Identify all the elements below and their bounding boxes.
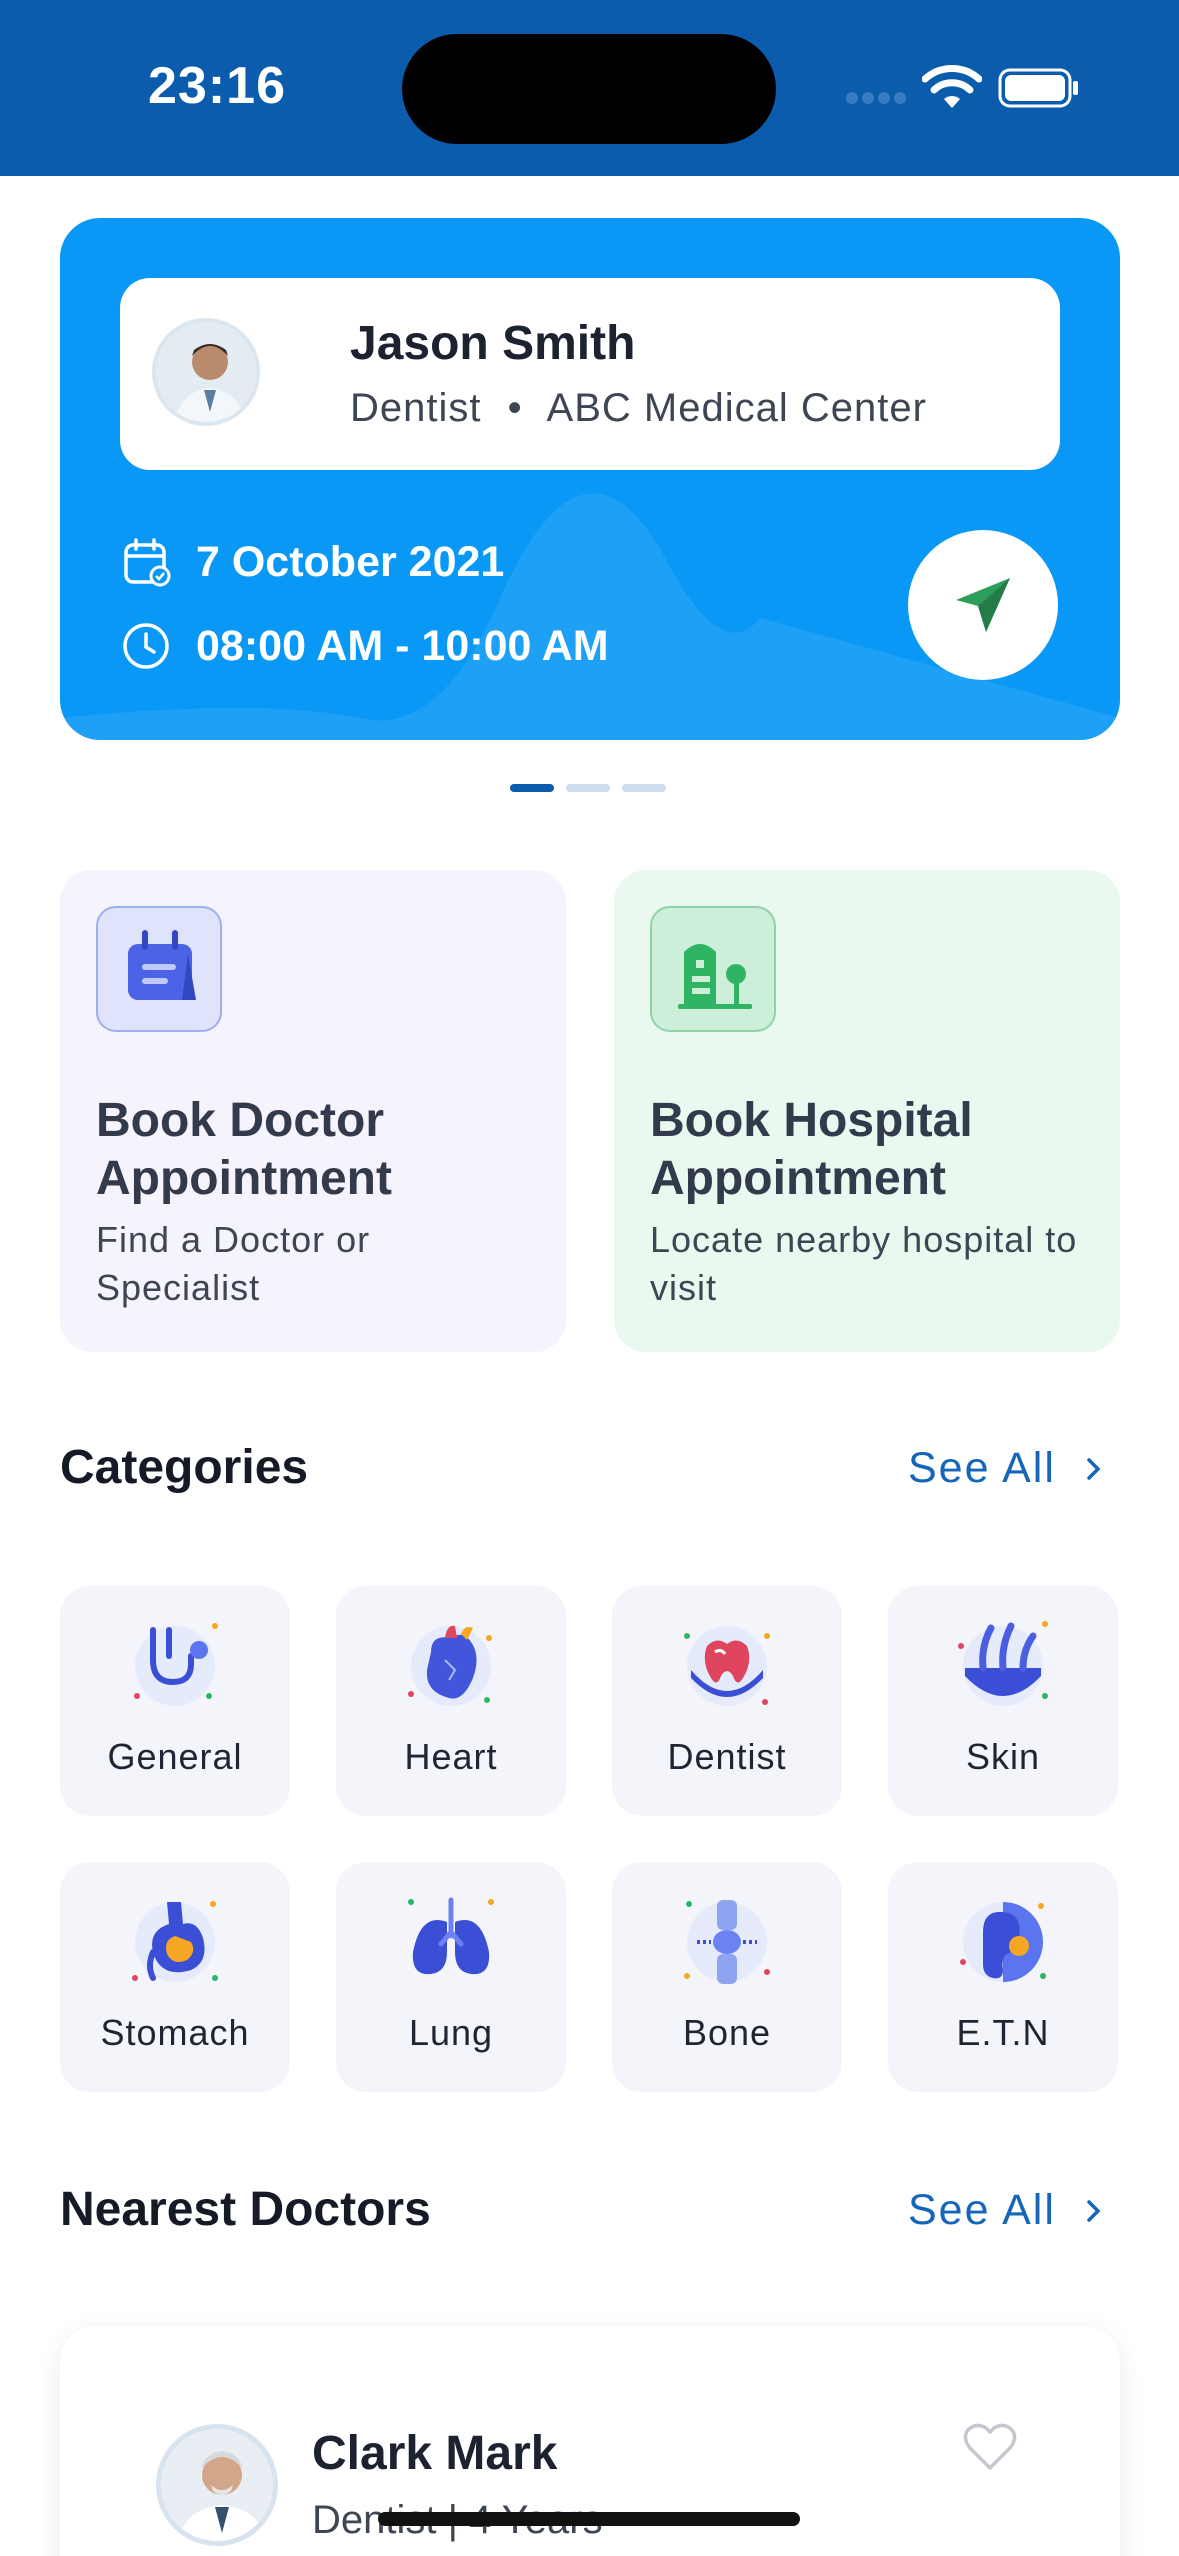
clock-icon	[123, 623, 169, 669]
appointment-doctor-box: Jason Smith Dentist • ABC Medical Center	[120, 278, 1060, 470]
book-doctor-desc: Find a Doctor or Specialist	[96, 1219, 371, 1308]
appointment-time: 08:00 AM - 10:00 AM	[196, 621, 609, 670]
home-indicator[interactable]	[378, 2512, 800, 2526]
lung-icon	[408, 1897, 494, 1975]
tooth-icon	[684, 1626, 770, 1706]
stomach-icon	[132, 1901, 218, 1982]
wifi-icon	[922, 65, 982, 108]
doctor-specialty: Dentist	[350, 386, 482, 430]
chevron-right-icon	[1087, 1457, 1101, 1480]
book-hospital-title: Book Hospital Appointment	[650, 1094, 973, 1205]
clinic-name: ABC Medical Center	[546, 386, 927, 430]
see-all-label: See All	[908, 2186, 1056, 2234]
dynamic-island	[402, 34, 776, 144]
see-all-label: See All	[908, 1444, 1056, 1492]
book-hospital-desc: Locate nearby hospital to visit	[650, 1219, 1078, 1308]
battery-icon	[998, 68, 1078, 108]
categories-title: Categories	[60, 1441, 309, 1494]
category-lung[interactable]: Lung	[336, 1862, 566, 2092]
carousel-pager	[510, 784, 670, 794]
category-label: Stomach	[100, 2012, 250, 2053]
pager-dot-active[interactable]	[510, 784, 554, 792]
meta-separator: •	[507, 386, 523, 430]
category-general[interactable]: General	[60, 1586, 290, 1816]
doctor-name: Clark Mark	[312, 2427, 558, 2480]
category-etn[interactable]: E.T.N	[888, 1862, 1118, 2092]
pager-dot[interactable]	[622, 784, 666, 792]
stethoscope-icon	[134, 1623, 218, 1706]
book-hospital-card[interactable]: Book Hospital Appointment Locate nearby …	[614, 870, 1120, 1352]
skin-icon	[958, 1621, 1048, 1706]
status-bar: 23:16	[0, 0, 1179, 176]
category-label: Lung	[408, 2012, 494, 2053]
category-heart[interactable]: Heart	[336, 1586, 566, 1816]
hospital-icon	[650, 906, 776, 1032]
status-time: 23:16	[148, 57, 286, 115]
doctor-avatar	[156, 2424, 278, 2546]
appointment-time-row: 08:00 AM - 10:00 AM	[120, 618, 609, 674]
navigation-arrow-icon	[956, 578, 1010, 632]
book-doctor-card[interactable]: Book Doctor Appointment Find a Doctor or…	[60, 870, 566, 1352]
pager-dot[interactable]	[566, 784, 610, 792]
calendar-check-icon	[124, 538, 171, 587]
appointment-doctor-name: Jason Smith	[350, 317, 636, 370]
appointment-date-row: 7 October 2021	[120, 534, 504, 590]
category-skin[interactable]: Skin	[888, 1586, 1118, 1816]
category-dentist[interactable]: Dentist	[612, 1586, 842, 1816]
book-doctor-title: Book Doctor Appointment	[96, 1094, 392, 1205]
category-stomach[interactable]: Stomach	[60, 1862, 290, 2092]
category-label: Bone	[682, 2012, 772, 2053]
category-label: E.T.N	[956, 2012, 1050, 2053]
upcoming-appointment-card[interactable]: Jason Smith Dentist • ABC Medical Center…	[60, 218, 1120, 740]
nearest-doctors-title: Nearest Doctors	[60, 2183, 431, 2236]
bone-icon	[684, 1900, 770, 1984]
doctor-avatar	[152, 318, 260, 426]
heart-organ-icon	[408, 1625, 492, 1706]
categories-see-all-link[interactable]: See All	[908, 1444, 1104, 1493]
calendar-icon	[96, 906, 222, 1032]
category-label: Dentist	[667, 1736, 787, 1777]
category-label: General	[107, 1736, 243, 1777]
navigate-button[interactable]	[908, 530, 1058, 680]
cellular-signal-icon	[846, 92, 906, 106]
category-bone[interactable]: Bone	[612, 1862, 842, 2092]
ear-icon	[960, 1902, 1046, 1982]
favorite-heart-icon[interactable]	[962, 2422, 1018, 2472]
appointment-doctor-meta: Dentist • ABC Medical Center	[350, 386, 927, 431]
nearest-see-all-link[interactable]: See All	[908, 2186, 1104, 2235]
chevron-right-icon	[1087, 2199, 1101, 2222]
category-label: Skin	[965, 1736, 1041, 1777]
category-label: Heart	[404, 1736, 498, 1777]
appointment-date: 7 October 2021	[196, 537, 505, 586]
